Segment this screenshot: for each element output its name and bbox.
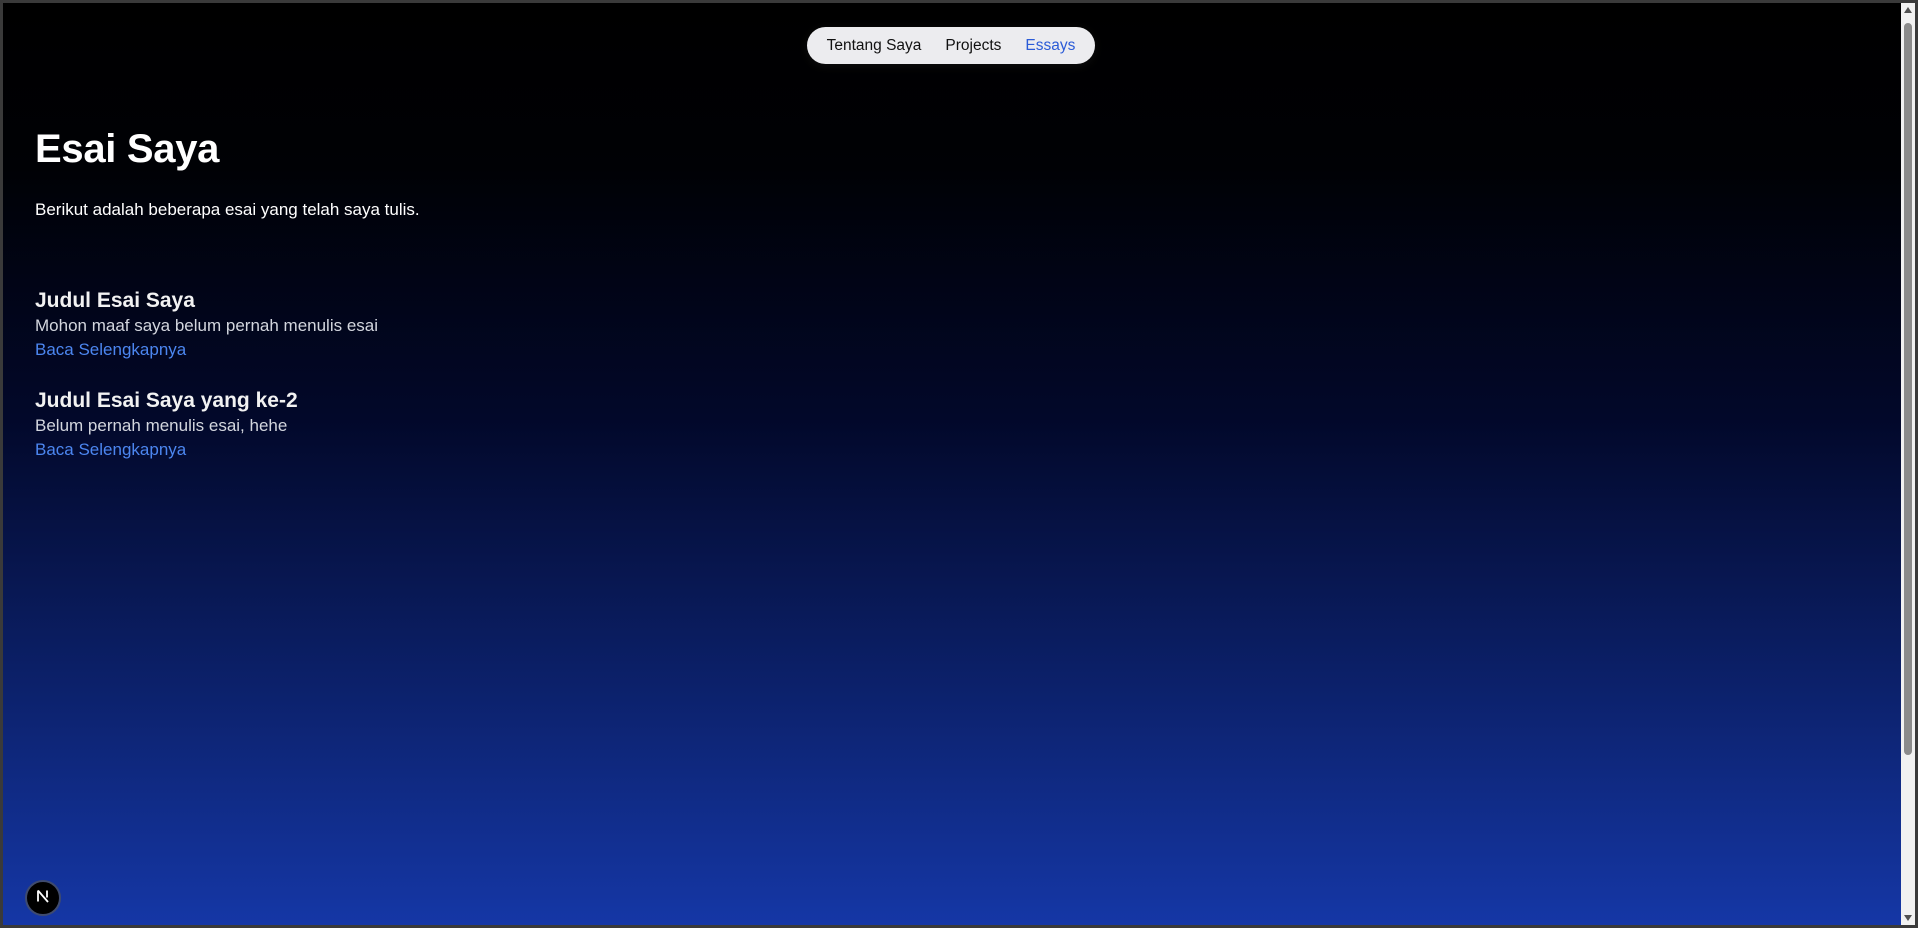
scrollbar-thumb[interactable] <box>1904 23 1912 755</box>
scroll-down-arrow-icon[interactable] <box>1901 911 1915 925</box>
essay-description: Mohon maaf saya belum pernah menulis esa… <box>35 316 379 335</box>
top-navigation: Tentang Saya Projects Essays <box>807 27 1095 64</box>
nav-link-tentang-saya[interactable]: Tentang Saya <box>827 37 922 55</box>
nav-link-projects[interactable]: Projects <box>945 37 1001 55</box>
nextjs-dev-indicator[interactable] <box>25 880 61 916</box>
essay-description: Belum pernah menulis esai, hehe <box>35 416 288 435</box>
nextjs-logo-icon <box>34 887 52 910</box>
essay-title: Judul Esai Saya <box>35 289 195 312</box>
nav-link-essays[interactable]: Essays <box>1025 37 1075 55</box>
vertical-scrollbar[interactable] <box>1901 3 1915 925</box>
essay-item: Judul Esai Saya yang ke-2 Belum pernah m… <box>35 387 298 462</box>
page-viewport: Tentang Saya Projects Essays Esai Saya B… <box>3 3 1901 925</box>
essay-item: Judul Esai Saya Mohon maaf saya belum pe… <box>35 287 378 362</box>
read-more-link[interactable]: Baca Selengkapnya <box>35 338 378 362</box>
page-title: Esai Saya <box>35 127 220 171</box>
essay-title: Judul Esai Saya yang ke-2 <box>35 389 298 412</box>
read-more-link[interactable]: Baca Selengkapnya <box>35 438 298 462</box>
page-intro: Berikut adalah beberapa esai yang telah … <box>35 200 420 219</box>
scroll-up-arrow-icon[interactable] <box>1901 3 1915 17</box>
